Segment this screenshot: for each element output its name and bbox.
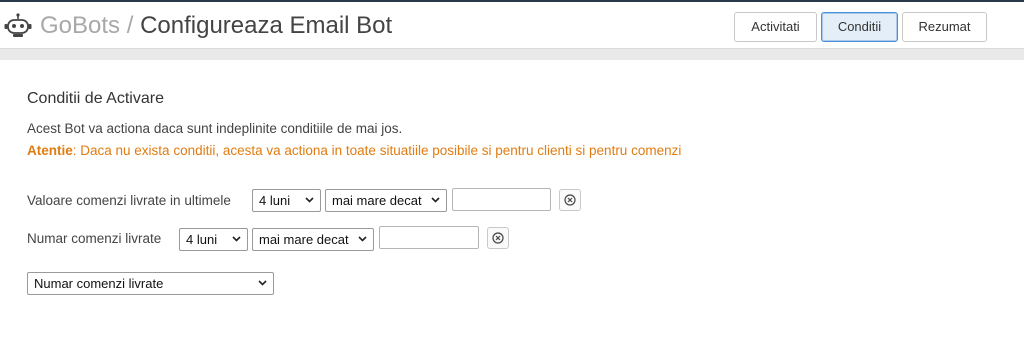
chevron-down-icon [258, 280, 267, 286]
tab-rezumat[interactable]: Rezumat [902, 12, 987, 42]
chevron-down-icon [431, 197, 440, 203]
operator-select[interactable]: mai mare decat [325, 189, 447, 212]
page-name: Configureaza Email Bot [140, 12, 393, 39]
period-select[interactable]: 4 luni [252, 189, 321, 212]
header-bar: GoBots / Configureaza Email Bot Activita… [0, 2, 1024, 48]
tab-activitati[interactable]: Activitati [734, 12, 817, 42]
add-condition-select-value: Numar comenzi livrate [34, 276, 164, 291]
section-title: Conditii de Activare [27, 90, 164, 107]
condition-label-count: Numar comenzi livrate [27, 231, 162, 246]
chevron-down-icon [358, 236, 367, 242]
warning-label: Atentie [27, 143, 73, 158]
warning-message: Atentie: Daca nu exista conditii, acesta… [27, 143, 681, 158]
brand-name: GoBots [40, 12, 121, 39]
robot-icon [4, 13, 32, 37]
condition-value-input[interactable] [452, 188, 551, 211]
header-divider [0, 48, 1024, 60]
operator-select-value: mai mare decat [259, 232, 349, 247]
chevron-down-icon [232, 236, 241, 242]
period-select-value: 4 luni [186, 232, 218, 247]
operator-select[interactable]: mai mare decat [252, 228, 374, 251]
period-select-value: 4 luni [259, 193, 291, 208]
condition-value-input[interactable] [379, 226, 479, 249]
warning-text: : Daca nu exista conditii, acesta va act… [72, 143, 682, 158]
remove-condition-button[interactable] [559, 189, 581, 211]
clear-circle-icon [564, 194, 576, 206]
section-description: Acest Bot va actiona daca sunt indeplini… [27, 121, 403, 136]
condition-label-value: Valoare comenzi livrate in ultimele [27, 193, 231, 208]
title-separator: / [120, 12, 141, 39]
clear-circle-icon [492, 232, 504, 244]
period-select[interactable]: 4 luni [179, 228, 248, 251]
tab-conditii[interactable]: Conditii [821, 12, 898, 42]
add-condition-select[interactable]: Numar comenzi livrate [27, 272, 274, 295]
operator-select-value: mai mare decat [332, 193, 422, 208]
chevron-down-icon [305, 197, 314, 203]
page-title: GoBots / Configureaza Email Bot [40, 11, 392, 41]
remove-condition-button[interactable] [487, 227, 509, 249]
